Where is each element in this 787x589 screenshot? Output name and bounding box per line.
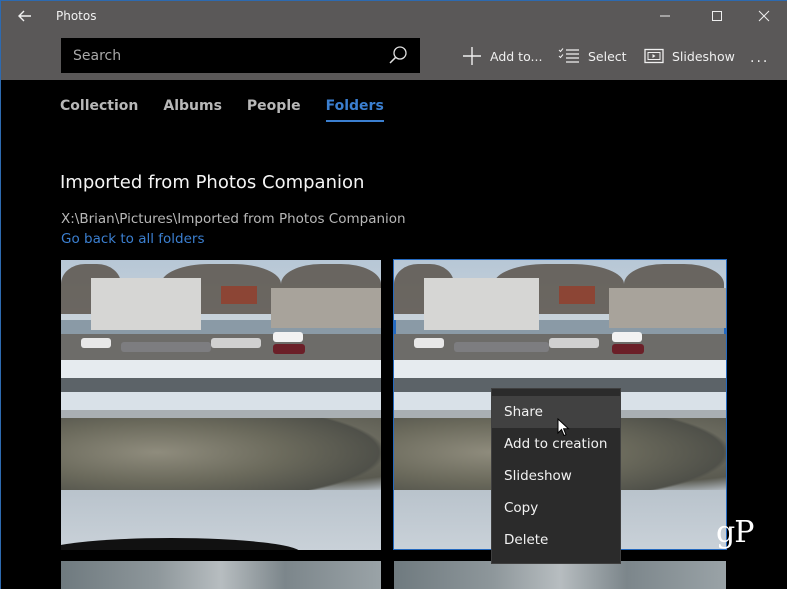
select-button[interactable]: Select — [558, 42, 627, 70]
photo-image — [394, 561, 726, 589]
photo-image — [61, 561, 381, 589]
watermark-logo: gP — [716, 515, 754, 550]
menu-item-slideshow[interactable]: Slideshow — [492, 460, 620, 492]
photo-tile[interactable] — [61, 561, 381, 589]
window-border — [0, 0, 787, 1]
checklist-icon — [558, 48, 579, 63]
menu-item-add-to-creation[interactable]: Add to creation — [492, 428, 620, 460]
add-to-button[interactable]: Add to... — [462, 42, 542, 70]
tab-collection[interactable]: Collection — [60, 98, 138, 120]
back-arrow-icon — [18, 10, 31, 22]
back-button[interactable] — [10, 4, 40, 28]
tab-albums[interactable]: Albums — [163, 98, 222, 120]
add-to-label: Add to... — [490, 48, 543, 64]
select-label: Select — [588, 48, 627, 64]
close-button[interactable] — [741, 0, 787, 32]
tab-people[interactable]: People — [247, 98, 301, 120]
photo-tile[interactable] — [394, 561, 726, 589]
search-box — [61, 38, 420, 73]
slideshow-icon — [644, 48, 664, 64]
maximize-button[interactable] — [694, 0, 740, 32]
context-menu: Share Add to creation Slideshow Copy Del… — [491, 388, 621, 564]
slideshow-button[interactable]: Slideshow — [644, 42, 735, 70]
slideshow-label: Slideshow — [672, 48, 735, 64]
minimize-button[interactable] — [642, 0, 688, 32]
close-icon — [758, 10, 770, 22]
more-options-button[interactable]: ... — [750, 44, 769, 72]
window-border — [0, 0, 1, 589]
minimize-icon — [660, 15, 670, 17]
folder-path: X:\Brian\Pictures\Imported from Photos C… — [61, 211, 406, 227]
mouse-cursor-icon — [557, 418, 570, 437]
photo-tile[interactable] — [61, 260, 381, 550]
title-bar: Photos — [0, 0, 787, 34]
more-icon: ... — [750, 50, 770, 66]
search-input[interactable] — [61, 38, 381, 73]
maximize-icon — [712, 11, 722, 21]
toolbar: Add to... Select Slideshow ... — [0, 34, 787, 80]
folder-title: Imported from Photos Companion — [60, 172, 365, 193]
plus-icon — [463, 47, 481, 65]
app-title: Photos — [56, 9, 97, 23]
menu-item-share[interactable]: Share — [492, 396, 620, 428]
tab-folders[interactable]: Folders — [325, 98, 384, 122]
nav-tabs: Collection Albums People Folders — [60, 98, 409, 122]
menu-item-delete[interactable]: Delete — [492, 524, 620, 556]
search-icon[interactable] — [388, 45, 408, 65]
menu-item-copy[interactable]: Copy — [492, 492, 620, 524]
back-to-folders-link[interactable]: Go back to all folders — [61, 231, 205, 247]
photo-image — [61, 260, 381, 550]
